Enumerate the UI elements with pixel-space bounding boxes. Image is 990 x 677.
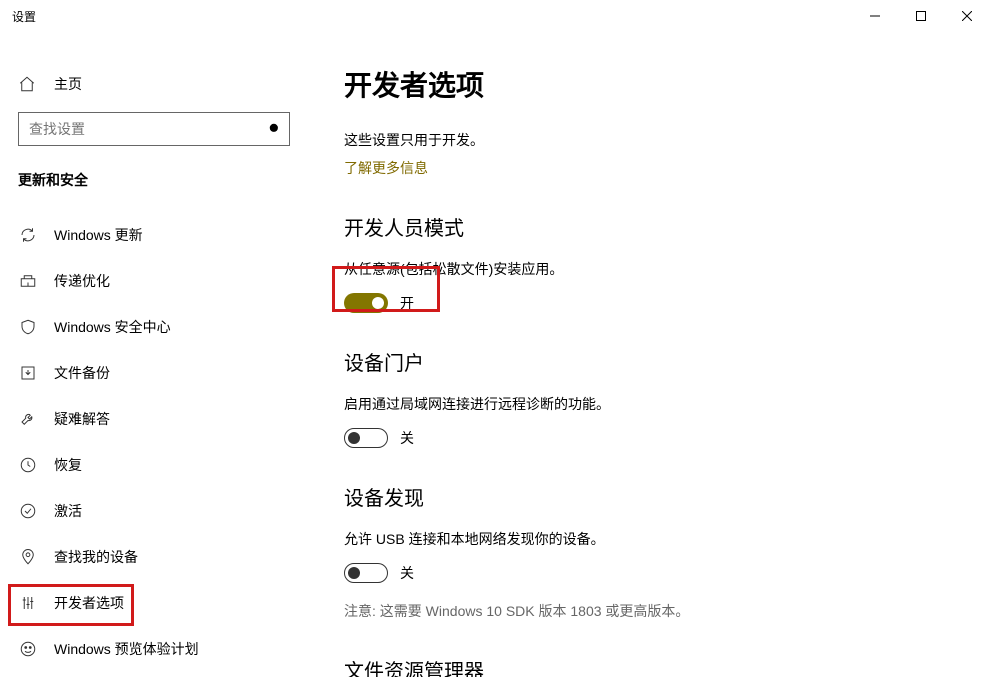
- sidebar-item-troubleshoot[interactable]: 疑难解答: [0, 396, 308, 442]
- device-portal-toggle-row: 关: [344, 428, 990, 448]
- close-button[interactable]: [944, 0, 990, 32]
- sidebar-item-label: 查找我的设备: [54, 547, 138, 567]
- page-title: 开发者选项: [344, 64, 990, 104]
- device-discovery-toggle-label: 关: [400, 563, 414, 583]
- sidebar-item-label: Windows 安全中心: [54, 317, 171, 337]
- sidebar-item-find-device[interactable]: 查找我的设备: [0, 534, 308, 580]
- sidebar-item-delivery-opt[interactable]: 传递优化: [0, 258, 308, 304]
- developer-icon: [18, 594, 38, 612]
- delivery-icon: [18, 272, 38, 290]
- sidebar-item-label: 疑难解答: [54, 409, 110, 429]
- sidebar-item-activation[interactable]: 激活: [0, 488, 308, 534]
- search-field[interactable]: [29, 121, 267, 137]
- sidebar-item-label: 文件备份: [54, 363, 110, 383]
- minimize-button[interactable]: [852, 0, 898, 32]
- dev-mode-toggle[interactable]: [344, 293, 388, 313]
- sidebar-item-backup[interactable]: 文件备份: [0, 350, 308, 396]
- section-title-dev-mode: 开发人员模式: [344, 212, 990, 241]
- maximize-button[interactable]: [898, 0, 944, 32]
- dev-mode-toggle-label: 开: [400, 293, 414, 313]
- section-sub-device-portal: 启用通过局域网连接进行远程诊断的功能。: [344, 394, 990, 414]
- sidebar-item-windows-security[interactable]: Windows 安全中心: [0, 304, 308, 350]
- sidebar-item-label: Windows 预览体验计划: [54, 639, 199, 659]
- wrench-icon: [18, 410, 38, 428]
- sidebar-item-developer[interactable]: 开发者选项: [0, 580, 308, 626]
- section-sub-dev-mode: 从任意源(包括松散文件)安装应用。: [344, 259, 990, 279]
- shield-icon: [18, 318, 38, 336]
- sidebar-item-label: 传递优化: [54, 271, 110, 291]
- sidebar-item-label: 激活: [54, 501, 82, 521]
- check-circle-icon: [18, 502, 38, 520]
- home-icon: [18, 75, 38, 93]
- device-discovery-toggle-row: 关: [344, 563, 990, 583]
- section-title-device-discovery: 设备发现: [344, 482, 990, 511]
- window-controls: [852, 0, 990, 32]
- main-content: 开发者选项 这些设置只用于开发。 了解更多信息 开发人员模式 从任意源(包括松散…: [308, 32, 990, 677]
- sidebar-nav: Windows 更新 传递优化 Windows 安全中心 文件备份: [0, 212, 308, 672]
- section-title-explorer: 文件资源管理器: [344, 655, 990, 677]
- insider-icon: [18, 640, 38, 658]
- device-portal-toggle-label: 关: [400, 428, 414, 448]
- sidebar-group-header: 更新和安全: [0, 170, 308, 190]
- refresh-icon: [18, 226, 38, 244]
- search-icon: [267, 122, 283, 136]
- window-title: 设置: [12, 8, 36, 25]
- sidebar-item-windows-update[interactable]: Windows 更新: [0, 212, 308, 258]
- home-label: 主页: [54, 74, 82, 94]
- title-bar: 设置: [0, 0, 990, 32]
- recovery-icon: [18, 456, 38, 474]
- sidebar: 主页 更新和安全 Windows 更新 传递优化: [0, 32, 308, 677]
- learn-more-link[interactable]: 了解更多信息: [344, 158, 428, 178]
- device-discovery-note: 注意: 这需要 Windows 10 SDK 版本 1803 或更高版本。: [344, 601, 990, 621]
- sidebar-item-label: Windows 更新: [54, 225, 143, 245]
- sidebar-item-recovery[interactable]: 恢复: [0, 442, 308, 488]
- section-title-device-portal: 设备门户: [344, 347, 990, 376]
- dev-mode-toggle-row: 开: [344, 293, 990, 313]
- search-input[interactable]: [18, 112, 290, 146]
- sidebar-item-label: 开发者选项: [54, 593, 124, 613]
- section-sub-device-discovery: 允许 USB 连接和本地网络发现你的设备。: [344, 529, 990, 549]
- device-discovery-toggle[interactable]: [344, 563, 388, 583]
- backup-icon: [18, 364, 38, 382]
- device-portal-toggle[interactable]: [344, 428, 388, 448]
- location-icon: [18, 548, 38, 566]
- sidebar-item-insider[interactable]: Windows 预览体验计划: [0, 626, 308, 672]
- home-button[interactable]: 主页: [0, 64, 308, 104]
- sidebar-item-label: 恢复: [54, 455, 82, 475]
- page-description: 这些设置只用于开发。: [344, 130, 990, 150]
